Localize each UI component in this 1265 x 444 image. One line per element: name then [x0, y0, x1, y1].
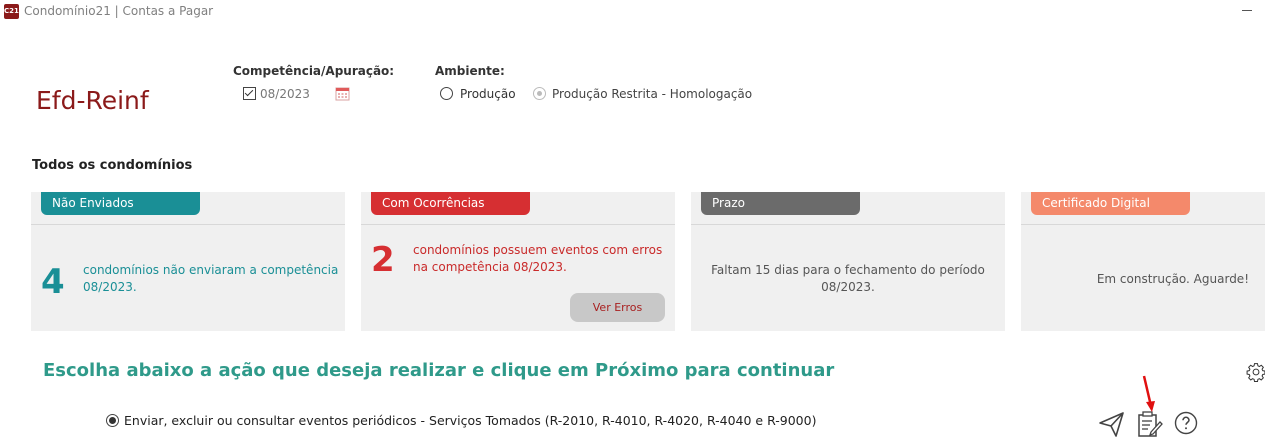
competencia-label: Competência/Apuração:	[233, 64, 395, 78]
divider	[361, 224, 675, 225]
send-icon[interactable]	[1098, 410, 1126, 438]
section-label: Todos os condomínios	[32, 158, 193, 173]
minimize-button[interactable]	[1242, 10, 1252, 11]
ambiente-homologacao-radio[interactable]	[533, 87, 546, 100]
card-text: Em construção. Aguarde!	[1096, 272, 1249, 286]
divider	[31, 224, 345, 225]
divider	[691, 224, 1005, 225]
action-heading: Escolha abaixo a ação que deseja realiza…	[43, 360, 835, 381]
card-text: Faltam 15 dias para o fechamento do perí…	[691, 262, 1005, 296]
ambiente-label: Ambiente:	[435, 64, 505, 78]
edit-document-icon[interactable]	[1137, 410, 1163, 438]
action-option-label[interactable]: Enviar, excluir ou consultar eventos per…	[124, 413, 816, 428]
count-value: 4	[41, 262, 65, 302]
card-text: condomínios possuem eventos com erros na…	[413, 242, 673, 276]
page-title: Efd-Reinf	[36, 86, 149, 115]
competencia-value[interactable]: 08/2023	[260, 87, 310, 101]
calendar-icon[interactable]	[335, 86, 350, 101]
help-icon[interactable]	[1174, 411, 1198, 435]
card-text-line: na competência 08/2023.	[413, 260, 567, 274]
card-tab: Não Enviados	[41, 192, 200, 215]
card-certificado-digital: Certificado Digital Em construção. Aguar…	[1021, 192, 1265, 331]
window-title: Condomínio21 | Contas a Pagar	[24, 4, 214, 18]
card-nao-enviados: Não Enviados 4 condomínios não enviaram …	[31, 192, 345, 331]
count-value: 2	[371, 240, 395, 280]
card-text: condomínios não enviaram a competência 0…	[83, 262, 343, 296]
ver-erros-button[interactable]: Ver Erros	[570, 293, 665, 322]
competencia-checkbox[interactable]	[243, 87, 256, 100]
ambiente-producao-label[interactable]: Produção	[460, 87, 516, 101]
card-text-line: 08/2023.	[821, 280, 875, 294]
card-prazo: Prazo Faltam 15 dias para o fechamento d…	[691, 192, 1005, 331]
gear-icon[interactable]	[1246, 361, 1265, 383]
card-text-line: condomínios não enviaram a competência	[83, 263, 339, 277]
card-text-line: Faltam 15 dias para o fechamento do perí…	[711, 263, 985, 277]
annotation-arrow-icon	[1142, 375, 1155, 412]
card-tab: Com Ocorrências	[371, 192, 530, 215]
card-com-ocorrencias: Com Ocorrências 2 condomínios possuem ev…	[361, 192, 675, 331]
card-tab: Certificado Digital	[1031, 192, 1190, 215]
window-titlebar: C21 Condomínio21 | Contas a Pagar	[0, 0, 1265, 24]
ambiente-producao-radio[interactable]	[440, 87, 453, 100]
card-text-line: condomínios possuem eventos com erros	[413, 243, 663, 257]
app-logo-icon: C21	[4, 4, 19, 19]
card-tab: Prazo	[701, 192, 860, 215]
divider	[1021, 224, 1265, 225]
ambiente-homologacao-label[interactable]: Produção Restrita - Homologação	[552, 87, 752, 101]
card-text-line: 08/2023.	[83, 280, 137, 294]
action-option-radio[interactable]	[106, 414, 119, 427]
